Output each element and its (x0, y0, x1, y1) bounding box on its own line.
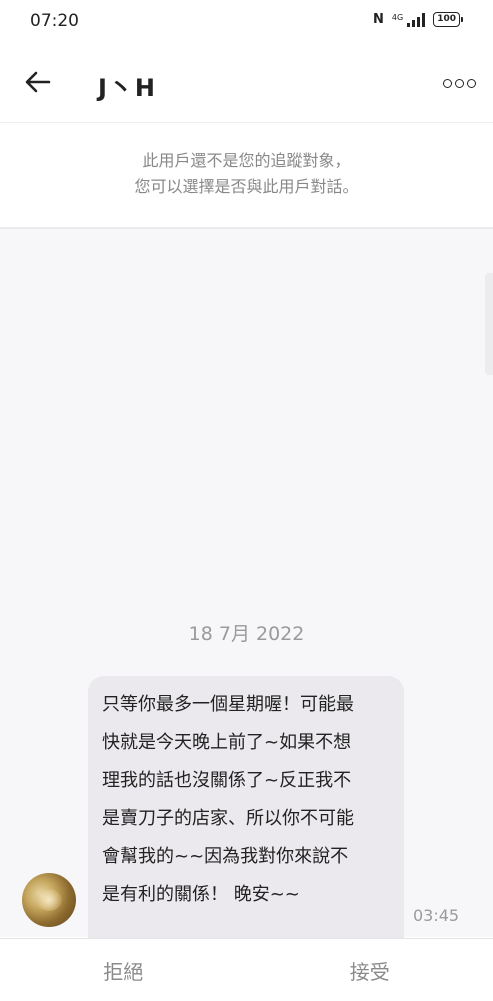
scroll-handle[interactable] (485, 273, 493, 375)
battery-level: 100 (433, 12, 460, 27)
message-line: 只等你最多一個星期喔！可能最 (102, 686, 392, 724)
battery-icon: 100 (433, 12, 463, 27)
reject-button[interactable]: 拒絕 (0, 939, 247, 1001)
message-line: 是有利的關係！ 晚安~~ (102, 876, 392, 914)
notice-line-1: 此用戶還不是您的追蹤對象， (0, 148, 493, 174)
contact-name: J丶H (98, 68, 157, 103)
status-indicators: N 4G 100 (373, 12, 463, 27)
network-type-label: 4G (392, 13, 403, 22)
signal-icon: 4G (392, 13, 425, 27)
accept-button[interactable]: 接受 (247, 939, 493, 1001)
more-options-button[interactable] (439, 66, 479, 100)
avatar[interactable] (22, 873, 76, 927)
chat-area[interactable]: 18 7月 2022 只等你最多一個星期喔！可能最 快就是今天晚上前了~如果不想… (0, 229, 493, 937)
message-bubble[interactable]: 只等你最多一個星期喔！可能最 快就是今天晚上前了~如果不想 理我的話也沒關係了~… (88, 676, 404, 946)
message-timestamp: 03:45 (413, 906, 459, 925)
back-button[interactable] (16, 62, 60, 102)
more-options-icon (443, 79, 452, 88)
status-time: 07:20 (30, 11, 79, 31)
message-line: 會幫我的~~因為我對你來說不 (102, 838, 392, 876)
nfc-icon: N (373, 12, 384, 27)
chat-header: J丶H (0, 42, 493, 123)
message-line: 是賣刀子的店家、所以你不可能 (102, 800, 392, 838)
status-bar: 07:20 N 4G 100 (0, 0, 493, 42)
arrow-left-icon (25, 71, 51, 93)
follow-notice: 此用戶還不是您的追蹤對象， 您可以選擇是否與此用戶對話。 (0, 123, 493, 229)
date-divider: 18 7月 2022 (0, 619, 493, 646)
notice-line-2: 您可以選擇是否與此用戶對話。 (0, 174, 493, 200)
message-line: 理我的話也沒關係了~反正我不 (102, 762, 392, 800)
request-action-bar: 拒絕 接受 (0, 938, 493, 1001)
message-line: 快就是今天晚上前了~如果不想 (102, 724, 392, 762)
